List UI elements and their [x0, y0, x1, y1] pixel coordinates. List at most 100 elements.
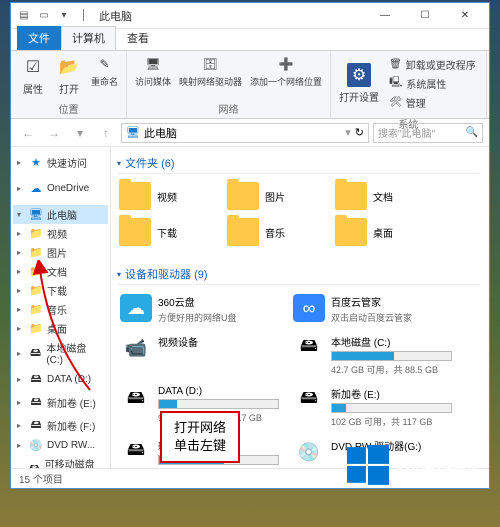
- drive-item[interactable]: ☁360云盘方便好用的网络U盘: [117, 291, 282, 327]
- nav-drive-d[interactable]: ▸🖴DATA (D:): [13, 368, 108, 391]
- chevron-down-icon: ▾: [117, 270, 121, 279]
- qat-dropdown-icon[interactable]: ▾: [55, 7, 73, 25]
- drive-sub: 53.1 GB 可用，共 117 GB: [158, 467, 279, 468]
- drive-icon: 🖴: [120, 438, 152, 466]
- tab-view[interactable]: 查看: [116, 26, 160, 50]
- folder-item[interactable]: 桌面: [333, 216, 433, 248]
- star-icon: ★: [29, 156, 43, 169]
- qat-properties-icon[interactable]: ▭: [35, 7, 53, 25]
- close-button[interactable]: ✕: [445, 6, 485, 26]
- drive-item[interactable]: ∞百度云管家双击启动百度云管家: [290, 291, 455, 327]
- pc-icon: 🖥: [126, 126, 140, 139]
- nav-this-pc[interactable]: ▾🖥此电脑: [13, 205, 108, 224]
- up-button[interactable]: ↑: [95, 122, 117, 144]
- search-input[interactable]: 搜索"此电脑" 🔍: [373, 123, 483, 143]
- nav-quick-access[interactable]: ▸★快速访问: [13, 153, 108, 172]
- folder-icon: 📁: [29, 265, 43, 278]
- forward-button[interactable]: →: [43, 122, 65, 144]
- nav-drive-e[interactable]: ▸🖴新加卷 (E:): [13, 391, 108, 414]
- tab-computer[interactable]: 计算机: [61, 26, 116, 50]
- drive-item[interactable]: 🖴新加卷 (E:)102 GB 可用，共 117 GB: [290, 383, 455, 431]
- open-button[interactable]: 📂打开: [53, 53, 85, 98]
- drive-name: 360云盘: [158, 294, 279, 309]
- maximize-button[interactable]: ☐: [405, 6, 445, 26]
- nav-drive-c[interactable]: ▸🖴本地磁盘 (C:): [13, 338, 108, 368]
- folder-item[interactable]: 视频: [117, 180, 217, 212]
- address-chevron-icon[interactable]: ▾: [345, 126, 351, 139]
- window-controls: — ☐ ✕: [365, 6, 485, 26]
- manage-icon: 🛠: [389, 97, 402, 108]
- address-path: 此电脑: [144, 125, 177, 141]
- open-icon: 📂: [57, 55, 81, 79]
- drive-sub: 双击启动百度云管家: [331, 311, 452, 324]
- rename-icon: ✎: [96, 55, 114, 73]
- properties-icon: ☑: [21, 55, 45, 79]
- drive-item[interactable]: 📹视频设备: [117, 331, 282, 379]
- media-icon: 🖥: [144, 55, 162, 73]
- drive-name: 视频设备: [158, 334, 279, 349]
- map-drive-button[interactable]: 🗄映射网络驱动器: [177, 53, 244, 90]
- ribbon-group-location: ☑属性 📂打开 ✎重命名 位置: [11, 51, 127, 118]
- folder-label: 桌面: [373, 225, 393, 240]
- folder-item[interactable]: 文档: [333, 180, 433, 212]
- ribbon-group-network: 🖥访问媒体 🗄映射网络驱动器 ➕添加一个网络位置 网络: [127, 51, 331, 118]
- uninstall-button[interactable]: 🗑卸载或更改程序: [389, 56, 476, 73]
- nav-downloads[interactable]: ▸📁下载: [13, 281, 108, 300]
- annotation-callout: 打开网络 单击左键: [160, 411, 240, 463]
- ribbon: ☑属性 📂打开 ✎重命名 位置 🖥访问媒体 🗄映射网络驱动器 ➕添加一个网络位置…: [11, 51, 489, 119]
- cloud-icon: ☁: [29, 182, 43, 195]
- qat-separator: │: [75, 7, 93, 25]
- drive-item[interactable]: 🖴本地磁盘 (C:)42.7 GB 可用，共 88.5 GB: [290, 331, 455, 379]
- address-bar[interactable]: 🖥 此电脑 ▾ ↻: [121, 123, 369, 143]
- drive-icon: ∞: [293, 294, 325, 322]
- folder-icon: [227, 218, 259, 246]
- body: ▸★快速访问 ▸☁OneDrive ▾🖥此电脑 ▸📁视频 ▸📁图片 ▸📁文档 ▸…: [11, 147, 489, 468]
- usb-icon: 🖴: [28, 460, 40, 469]
- back-button[interactable]: ←: [17, 122, 39, 144]
- system-properties-button[interactable]: 🖳系统属性: [389, 74, 476, 93]
- sysprops-icon: 🖳: [389, 75, 402, 92]
- drive-icon: 🖴: [29, 370, 43, 389]
- nav-drive-f[interactable]: ▸🖴新加卷 (F:): [13, 414, 108, 437]
- drive-icon: 🖴: [293, 386, 325, 414]
- properties-button[interactable]: ☑属性: [17, 53, 49, 98]
- group-label-network: 网络: [219, 101, 239, 116]
- manage-button[interactable]: 🛠管理: [389, 94, 476, 111]
- access-media-button[interactable]: 🖥访问媒体: [133, 53, 173, 90]
- tab-file[interactable]: 文件: [17, 26, 61, 50]
- drive-icon: 🖴: [29, 344, 43, 363]
- folder-label: 文档: [373, 189, 393, 204]
- nav-drive-g[interactable]: ▸💿DVD RW...: [13, 437, 108, 454]
- nav-drive-h[interactable]: ▸🖴可移动磁盘(H:): [13, 454, 108, 468]
- nav-pictures[interactable]: ▸📁图片: [13, 243, 108, 262]
- open-settings-button[interactable]: ⚙打开设置: [337, 61, 381, 106]
- drives-header[interactable]: ▾设备和驱动器 (9): [117, 264, 479, 285]
- nav-documents[interactable]: ▸📁文档: [13, 262, 108, 281]
- folder-item[interactable]: 图片: [225, 180, 325, 212]
- folder-label: 音乐: [265, 225, 285, 240]
- folder-icon: [119, 218, 151, 246]
- search-placeholder: 搜索"此电脑": [378, 125, 435, 140]
- refresh-button[interactable]: ↻: [355, 126, 364, 139]
- folders-header[interactable]: ▾文件夹 (6): [117, 153, 479, 174]
- ribbon-group-system: ⚙打开设置 🗑卸载或更改程序 🖳系统属性 🛠管理 系统: [331, 51, 487, 118]
- quick-access-toolbar: ▤ ▭ ▾ │: [15, 7, 93, 25]
- system-menu-icon[interactable]: ▤: [15, 7, 33, 25]
- ribbon-tabs: 文件 计算机 查看: [11, 29, 489, 51]
- drive-sub: 方便好用的网络U盘: [158, 311, 279, 324]
- nav-videos[interactable]: ▸📁视频: [13, 224, 108, 243]
- nav-onedrive[interactable]: ▸☁OneDrive: [13, 180, 108, 197]
- folder-item[interactable]: 下载: [117, 216, 217, 248]
- nav-desktop[interactable]: ▸📁桌面: [13, 319, 108, 338]
- nav-music[interactable]: ▸📁音乐: [13, 300, 108, 319]
- minimize-button[interactable]: —: [365, 6, 405, 26]
- add-location-button[interactable]: ➕添加一个网络位置: [248, 53, 324, 90]
- folder-item[interactable]: 音乐: [225, 216, 325, 248]
- history-dropdown[interactable]: ▾: [69, 122, 91, 144]
- callout-line2: 单击左键: [174, 437, 226, 455]
- add-location-icon: ➕: [277, 55, 295, 73]
- folder-icon: [335, 182, 367, 210]
- chevron-down-icon: ▾: [117, 159, 121, 168]
- rename-button[interactable]: ✎重命名: [89, 53, 120, 98]
- drive-sub: 42.7 GB 可用，共 88.5 GB: [331, 363, 452, 376]
